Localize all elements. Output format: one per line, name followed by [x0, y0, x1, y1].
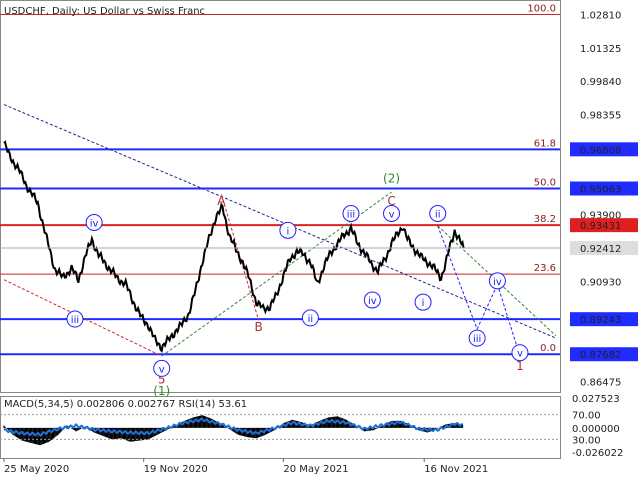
- wave-label: iii: [347, 209, 355, 220]
- wave-label: iii: [71, 315, 79, 326]
- price-tag-text: 0.87682: [580, 350, 621, 361]
- y-tick-label: 1.02810: [580, 11, 621, 22]
- fib-label: 100.0: [527, 4, 556, 15]
- chart-root: 61.8 50.0 38.2 23.6 0.0 100.0 A B C (2) 5 (1) 1 iv ii…: [0, 0, 640, 480]
- fib-label: 38.2: [534, 214, 556, 225]
- chart-svg: 61.850.038.223.60.0100.0 ABC(2)5(1)1ivii…: [0, 0, 638, 475]
- wave-label: ii: [435, 209, 441, 220]
- wave-label: iv: [368, 296, 377, 307]
- horizontal-levels: 61.8 50.0 38.2 23.6 0.0 100.0: [0, 4, 560, 356]
- y-tick-label: 1.01325: [580, 44, 621, 55]
- wave-label: i: [286, 226, 289, 237]
- price-axis: 1.028101.013250.998400.983550.950600.939…: [570, 11, 638, 388]
- x-tick-label: 20 May 2021: [283, 464, 348, 475]
- price-tag-text: 0.93431: [580, 221, 621, 232]
- y-tick-label: 0.86475: [580, 377, 621, 388]
- chart-title: USDCHF, Daily: US Dollar vs Swiss Franc: [4, 6, 205, 17]
- x-tick-label: 19 Nov 2020: [144, 464, 208, 475]
- fib-label: 23.6: [534, 263, 556, 274]
- price-tag-text: 0.95063: [580, 185, 621, 196]
- indicator-y-tick: -0.026022: [572, 448, 623, 459]
- wave-label: iii: [473, 334, 481, 345]
- indicator-y-tick: 30.00: [572, 435, 601, 446]
- y-tick-label: 0.90930: [580, 277, 621, 288]
- indicator-y-tick: 0.000000: [572, 424, 620, 435]
- wave-label: iv: [493, 277, 502, 288]
- current-price-text: 0.92412: [580, 244, 621, 255]
- wave-label: B: [254, 320, 262, 334]
- fib-label: 61.8: [534, 138, 556, 149]
- indicator-y-tick: 0.027523: [572, 394, 620, 405]
- price-tag-text: 0.96808: [580, 145, 621, 156]
- wave-label: iv: [90, 218, 99, 229]
- wave-label: ii: [308, 314, 314, 325]
- wave-label: A: [217, 194, 226, 208]
- fib-label: 0.0: [540, 343, 556, 354]
- trendline: [437, 225, 478, 330]
- wave-label: v: [517, 349, 523, 360]
- wave-label: i: [422, 298, 425, 309]
- y-tick-label: 0.98355: [580, 111, 621, 122]
- wave-label: v: [159, 364, 165, 375]
- wave-label: (1): [153, 384, 170, 398]
- x-tick-label: 16 Nov 2021: [424, 464, 488, 475]
- indicator-y-tick: 70.00: [572, 411, 601, 422]
- time-axis: 25 May 2020 19 Nov 2020 20 May 2021 16 Nov …: [3, 458, 488, 475]
- fib-label: 50.0: [534, 178, 556, 189]
- y-tick-label: 0.99840: [580, 77, 621, 88]
- price-tag-text: 0.89243: [580, 315, 621, 326]
- wave-label: (2): [383, 172, 400, 186]
- x-tick-label: 25 May 2020: [4, 464, 69, 475]
- indicator-title: MACD(5,34,5) 0.002806 0.002767 RSI(14) 5…: [4, 399, 247, 410]
- wave-labels: ABC(2)5(1)1iviiiviiiiiiivviiiiviiiv: [66, 172, 529, 398]
- trendline: [476, 284, 498, 330]
- wave-label: v: [389, 209, 395, 220]
- wave-label: 1: [516, 359, 524, 373]
